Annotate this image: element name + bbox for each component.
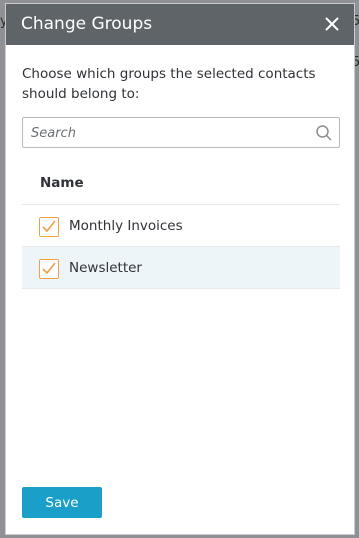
close-icon <box>325 17 339 31</box>
list-item-label: Monthly Invoices <box>69 218 183 234</box>
change-groups-dialog: Change Groups Choose which groups the se… <box>5 3 355 535</box>
search-icon[interactable] <box>315 124 333 142</box>
newsletter-checkbox[interactable] <box>39 259 59 279</box>
dialog-description: Choose which groups the selected contact… <box>22 66 316 102</box>
search-box <box>22 117 340 149</box>
save-button[interactable]: Save <box>22 487 102 518</box>
checkmark-icon <box>42 220 56 233</box>
list-item-newsletter[interactable]: Newsletter <box>22 247 340 289</box>
list-item-label: Newsletter <box>69 260 142 276</box>
groups-list: Monthly Invoices Newsletter <box>22 204 340 289</box>
monthly-invoices-checkbox[interactable] <box>39 217 59 237</box>
checkmark-icon <box>42 262 56 275</box>
search-input[interactable] <box>29 118 313 149</box>
dialog-title: Change Groups <box>21 14 153 34</box>
name-column-header[interactable]: Name <box>40 175 84 191</box>
list-item-monthly-invoices[interactable]: Monthly Invoices <box>22 205 340 247</box>
dialog-header: Change Groups <box>6 4 354 45</box>
close-button[interactable] <box>322 14 342 34</box>
